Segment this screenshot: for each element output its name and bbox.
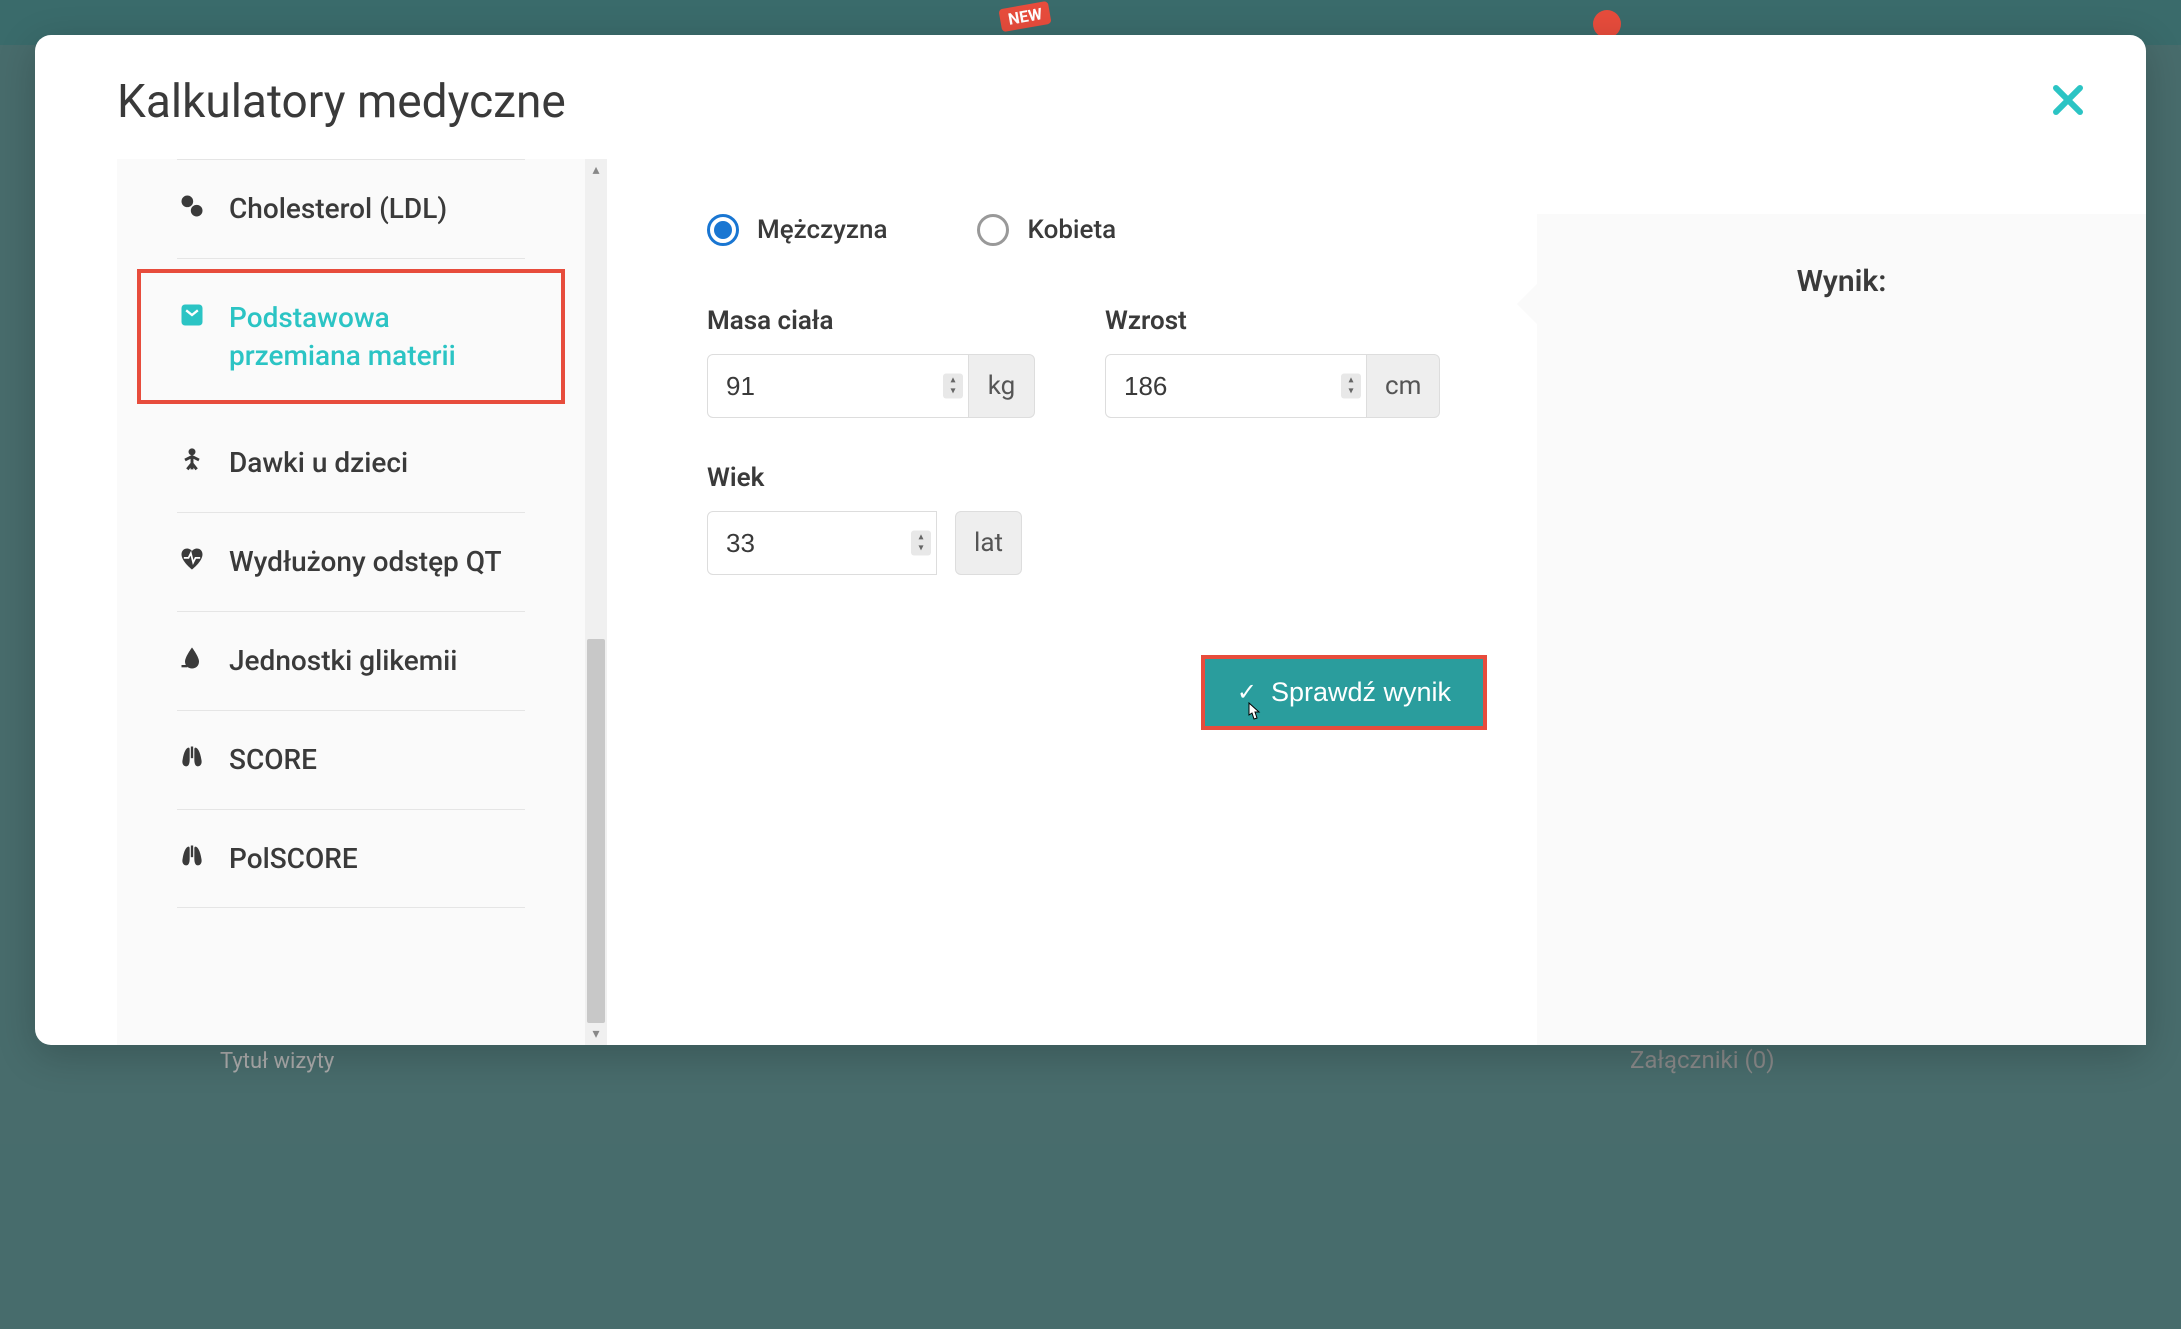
spinner-up-icon[interactable]: ▴ <box>1343 376 1359 386</box>
spinner-down-icon[interactable]: ▾ <box>1343 387 1359 397</box>
field-row-1: Masa ciała ▴ ▾ kg <box>707 306 1487 418</box>
radio-label: Kobieta <box>1027 215 1116 245</box>
field-mass: Masa ciała ▴ ▾ kg <box>707 306 1035 418</box>
spinner-age[interactable]: ▴ ▾ <box>911 531 931 556</box>
check-result-button[interactable]: ✓ Sprawdź wynik <box>1201 655 1487 730</box>
close-icon <box>2050 82 2086 118</box>
heartbeat-icon <box>177 545 207 573</box>
sidebar-list: Cholesterol (LDL) Podstawowa przemiana m… <box>117 159 585 908</box>
sidebar-item-glycemia[interactable]: Jednostki glikemii <box>177 612 525 711</box>
modal-body: Cholesterol (LDL) Podstawowa przemiana m… <box>35 159 2146 1045</box>
spinner-down-icon[interactable]: ▾ <box>913 544 929 554</box>
spinner-up-icon[interactable]: ▴ <box>913 533 929 543</box>
sidebar-item-score[interactable]: SCORE <box>177 711 525 810</box>
radio-label: Mężczyzna <box>757 215 887 245</box>
submit-label: Sprawdź wynik <box>1271 677 1451 708</box>
input-group-mass: ▴ ▾ kg <box>707 354 1035 418</box>
spinner-up-icon[interactable]: ▴ <box>945 376 961 386</box>
sidebar-item-bmr[interactable]: Podstawowa przemiana materii <box>137 269 565 405</box>
sidebar-item-label: Wydłużony odstęp QT <box>229 543 502 581</box>
modal-header: Kalkulatory medyczne <box>35 75 2146 159</box>
field-label: Masa ciała <box>707 306 1035 336</box>
sidebar: Cholesterol (LDL) Podstawowa przemiana m… <box>117 159 585 1045</box>
unit-label: kg <box>969 354 1035 418</box>
sidebar-item-label: Podstawowa przemiana materii <box>229 299 525 375</box>
unit-label: lat <box>955 511 1022 575</box>
sidebar-scrollbar[interactable]: ▴ ▾ <box>585 159 607 1045</box>
pills-icon <box>177 192 207 220</box>
scroll-thumb[interactable] <box>587 639 605 1023</box>
main-area: Mężczyzna Kobieta Masa ciała <box>607 159 2146 1045</box>
notification-badge <box>1593 10 1621 38</box>
bg-visit-title: Tytuł wizyty <box>220 1049 334 1074</box>
child-icon <box>177 446 207 474</box>
radio-male[interactable]: Mężczyzna <box>707 214 887 246</box>
radio-female[interactable]: Kobieta <box>977 214 1116 246</box>
field-age: Wiek ▴ ▾ lat <box>707 463 1022 575</box>
modal-title: Kalkulatory medyczne <box>117 75 566 129</box>
sidebar-item-label: PolSCORE <box>229 840 358 878</box>
input-group-age: ▴ ▾ lat <box>707 511 1022 575</box>
radio-circle-icon <box>977 214 1009 246</box>
spinner-mass[interactable]: ▴ ▾ <box>943 374 963 399</box>
sidebar-item-label: SCORE <box>229 741 317 779</box>
lungs-icon <box>177 842 207 870</box>
form-column: Mężczyzna Kobieta Masa ciała <box>707 214 1487 1045</box>
unit-label: cm <box>1367 354 1440 418</box>
field-label: Wzrost <box>1105 306 1440 336</box>
drop-icon <box>177 644 207 672</box>
height-input[interactable] <box>1105 354 1367 418</box>
sidebar-container: Cholesterol (LDL) Podstawowa przemiana m… <box>117 159 607 1045</box>
spinner-height[interactable]: ▴ ▾ <box>1341 374 1361 399</box>
sidebar-item-children-doses[interactable]: Dawki u dzieci <box>177 414 525 513</box>
result-title: Wynik: <box>1577 264 2106 299</box>
sidebar-item-label: Cholesterol (LDL) <box>229 190 447 228</box>
lungs-icon <box>177 743 207 771</box>
input-group-height: ▴ ▾ cm <box>1105 354 1440 418</box>
field-row-2: Wiek ▴ ▾ lat <box>707 463 1487 575</box>
close-button[interactable] <box>2040 78 2096 126</box>
submit-row: ✓ Sprawdź wynik <box>707 655 1487 730</box>
sidebar-item-polscore[interactable]: PolSCORE <box>177 810 525 909</box>
sidebar-item-label: Dawki u dzieci <box>229 444 408 482</box>
field-height: Wzrost ▴ ▾ cm <box>1105 306 1440 418</box>
scale-icon <box>177 301 207 329</box>
sidebar-item-qt[interactable]: Wydłużony odstęp QT <box>177 513 525 612</box>
radio-circle-icon <box>707 214 739 246</box>
bg-attachments: Załączniki (0) <box>1630 1046 1775 1074</box>
modal-dialog: Kalkulatory medyczne Cholesterol (LDL) <box>35 35 2146 1045</box>
mass-input[interactable] <box>707 354 969 418</box>
field-label: Wiek <box>707 463 1022 493</box>
scroll-down-arrow[interactable]: ▾ <box>585 1023 607 1045</box>
age-input[interactable] <box>707 511 937 575</box>
sidebar-item-cholesterol[interactable]: Cholesterol (LDL) <box>177 159 525 259</box>
spinner-down-icon[interactable]: ▾ <box>945 387 961 397</box>
scroll-up-arrow[interactable]: ▴ <box>585 159 607 181</box>
sidebar-item-label: Jednostki glikemii <box>229 642 457 680</box>
gender-radio-group: Mężczyzna Kobieta <box>707 214 1487 246</box>
cursor-pointer-icon <box>1243 701 1263 731</box>
result-panel: Wynik: <box>1537 214 2146 1045</box>
